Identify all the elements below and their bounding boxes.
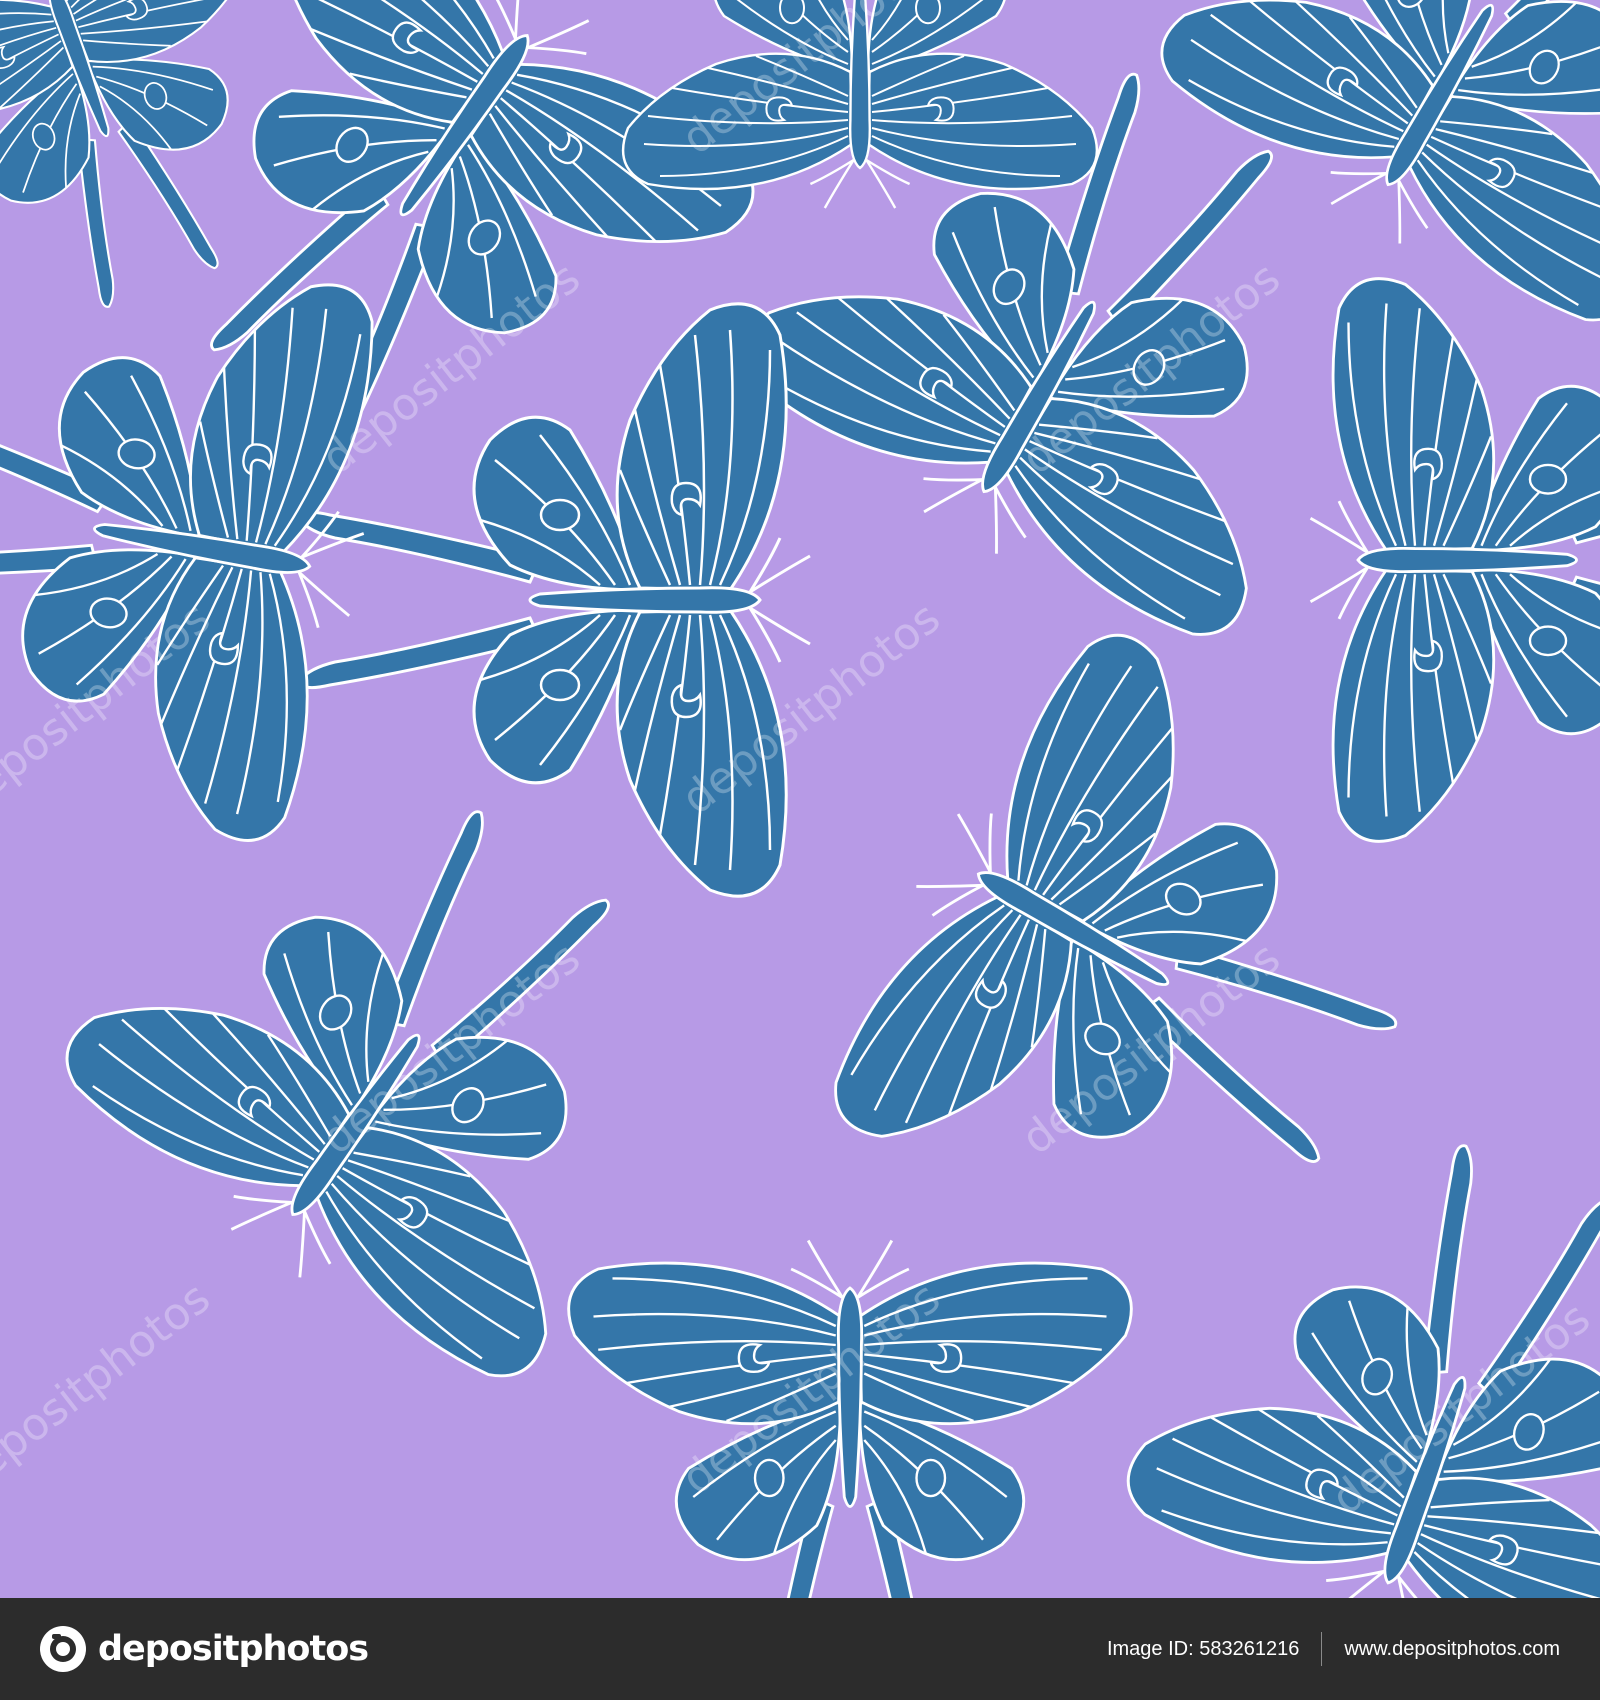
watermark-text: depositphotos <box>0 1272 220 1504</box>
footer-divider <box>1321 1632 1323 1666</box>
image-id-label: Image ID: <box>1106 1637 1194 1660</box>
pattern-canvas: depositphotos depositphotos depositphotos d… <box>0 0 1600 1598</box>
moth-8 <box>1309 277 1600 843</box>
moth-pattern: depositphotos depositphotosdepositphotosd… <box>0 0 1600 1598</box>
image-id-value: 583261216 <box>1199 1637 1300 1660</box>
footer-bar: depositphotos Image ID: 583261216 www.de… <box>0 1598 1600 1700</box>
site-url-link[interactable]: www.depositphotos.com <box>1344 1638 1560 1661</box>
camera-logo-icon <box>40 1626 86 1672</box>
moth-11 <box>567 1239 1133 1598</box>
image-id-text: Image ID: 583261216 <box>1107 1638 1299 1661</box>
brand-name: depositphotos <box>98 1629 369 1669</box>
moth-6 <box>298 302 812 898</box>
brand-logo[interactable]: depositphotos <box>38 1624 369 1674</box>
